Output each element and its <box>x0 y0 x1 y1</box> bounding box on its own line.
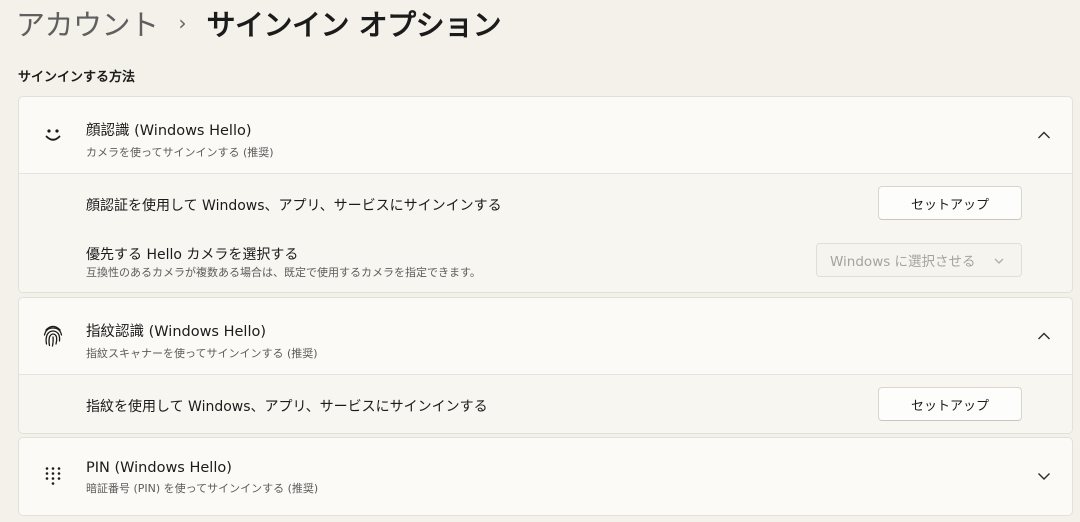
fingerprint-setup-label: 指紋を使用して Windows、アプリ、サービスにサインインする <box>86 399 488 415</box>
pin-title: PIN (Windows Hello) <box>86 460 232 476</box>
pin-keypad-icon <box>41 438 65 514</box>
fingerprint-icon <box>41 298 65 374</box>
section-title: サインインする方法 <box>18 70 136 85</box>
chevron-down-icon[interactable] <box>1034 438 1054 514</box>
pin-header[interactable]: PIN (Windows Hello) 暗証番号 (PIN) を使ってサインイン… <box>19 438 1072 514</box>
camera-select-description: 互換性のあるカメラが複数ある場合は、既定で使用するカメラを指定できます。 <box>86 266 481 279</box>
chevron-up-icon[interactable] <box>1034 298 1054 374</box>
camera-select-dropdown[interactable]: Windows に選択させる <box>816 243 1022 277</box>
smile-face-icon <box>41 97 65 173</box>
fingerprint-title: 指紋認識 (Windows Hello) <box>86 324 267 340</box>
pin-card: PIN (Windows Hello) 暗証番号 (PIN) を使ってサインイン… <box>18 437 1073 516</box>
face-setup-row: 顔認証を使用して Windows、アプリ、サービスにサインインする セットアップ <box>19 174 1072 232</box>
fingerprint-setup-button[interactable]: セットアップ <box>878 387 1022 421</box>
fingerprint-subtitle: 指紋スキャナーを使ってサインインする (推奨) <box>86 347 318 360</box>
breadcrumb-parent-account[interactable]: アカウント <box>16 2 159 44</box>
camera-select-value: Windows に選択させる <box>830 254 976 270</box>
breadcrumb: アカウント › サインイン オプション <box>16 2 502 44</box>
face-recognition-body: 顔認証を使用して Windows、アプリ、サービスにサインインする セットアップ… <box>19 173 1072 292</box>
face-setup-label: 顔認証を使用して Windows、アプリ、サービスにサインインする <box>86 198 502 214</box>
face-recognition-header[interactable]: 顔認識 (Windows Hello) カメラを使ってサインインする (推奨) <box>19 97 1072 173</box>
fingerprint-setup-row: 指紋を使用して Windows、アプリ、サービスにサインインする セットアップ <box>19 375 1072 433</box>
face-recognition-subtitle: カメラを使ってサインインする (推奨) <box>86 146 274 159</box>
breadcrumb-separator: › <box>178 11 187 35</box>
camera-select-row: 優先する Hello カメラを選択する 互換性のあるカメラが複数ある場合は、既定… <box>19 232 1072 292</box>
chevron-down-icon <box>993 254 1005 270</box>
fingerprint-body: 指紋を使用して Windows、アプリ、サービスにサインインする セットアップ <box>19 374 1072 433</box>
pin-subtitle: 暗証番号 (PIN) を使ってサインインする (推奨) <box>86 482 319 495</box>
fingerprint-header[interactable]: 指紋認識 (Windows Hello) 指紋スキャナーを使ってサインインする … <box>19 298 1072 374</box>
chevron-up-icon[interactable] <box>1034 97 1054 173</box>
camera-select-label: 優先する Hello カメラを選択する <box>86 247 299 263</box>
page-title: サインイン オプション <box>206 8 502 42</box>
face-recognition-title: 顔認識 (Windows Hello) <box>86 123 252 139</box>
face-recognition-card: 顔認識 (Windows Hello) カメラを使ってサインインする (推奨) … <box>18 96 1073 293</box>
fingerprint-card: 指紋認識 (Windows Hello) 指紋スキャナーを使ってサインインする … <box>18 297 1073 434</box>
face-setup-button[interactable]: セットアップ <box>878 186 1022 220</box>
